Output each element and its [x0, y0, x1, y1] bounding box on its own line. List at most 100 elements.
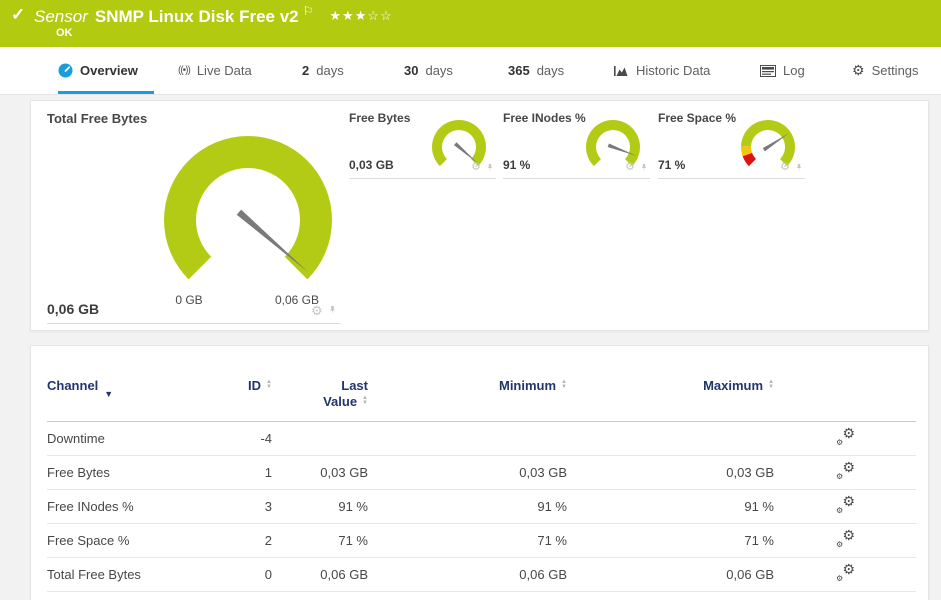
tab-label: Settings [871, 63, 919, 78]
gauge-actions: ⚙ [780, 162, 803, 173]
channel-id: 1 [264, 465, 272, 480]
gauge-icon [58, 63, 73, 78]
header-minimum[interactable]: Minimum ▲ ▼ [368, 378, 567, 410]
gauges-card: Total Free Bytes 0 GB 0,06 GB 0,06 GB ⚙ … [30, 100, 929, 331]
channel-last-value: 91 % [338, 499, 368, 514]
tab-30-days[interactable]: 30 days [404, 47, 453, 94]
area-chart-icon [614, 66, 628, 76]
tab-historic-data[interactable]: Historic Data [613, 47, 710, 94]
channel-settings-button[interactable]: ⚙ ⚙ [774, 562, 916, 585]
channel-minimum: 0,03 GB [519, 465, 567, 480]
stars-filled[interactable]: ★★★ [329, 8, 367, 23]
channel-name: Free Space % [47, 533, 130, 548]
gauge-actions: ⚙ [311, 304, 337, 317]
tile-title: Free INodes % [503, 111, 586, 125]
tab-live-data[interactable]: ((•)) Live Data [178, 47, 252, 94]
gauge-actions: ⚙ [471, 162, 494, 173]
tab-number: 2 [302, 63, 310, 78]
page-title: SNMP Linux Disk Free v2 [94, 7, 299, 26]
channel-settings-button[interactable]: ⚙ ⚙ [774, 426, 916, 449]
gear-icon[interactable]: ⚙ [311, 304, 323, 317]
header-maximum[interactable]: Maximum ▲ ▼ [567, 378, 774, 410]
double-gear-icon[interactable]: ⚙ ⚙ [835, 528, 855, 549]
total-free-bytes-gauge [164, 136, 332, 280]
double-gear-icon[interactable]: ⚙ ⚙ [835, 460, 855, 481]
tab-label: days [536, 63, 565, 78]
channel-last-value: 71 % [338, 533, 368, 548]
channel-id: 2 [264, 533, 272, 548]
channel-settings-button[interactable]: ⚙ ⚙ [774, 528, 916, 551]
tab-bar: Overview ((•)) Live Data 2 days 30 days … [0, 47, 941, 95]
channel-maximum: 0,03 GB [726, 465, 774, 480]
pin-icon[interactable] [486, 163, 494, 173]
channel-maximum: 91 % [744, 499, 774, 514]
tab-settings[interactable]: ⚙ Settings [852, 47, 919, 94]
channel-last-value: 0,03 GB [320, 465, 368, 480]
sort-caret-icon: ▼ [104, 389, 114, 399]
channel-settings-button[interactable]: ⚙ ⚙ [774, 460, 916, 483]
double-gear-icon[interactable]: ⚙ ⚙ [835, 494, 855, 515]
channel-minimum: 71 % [537, 533, 567, 548]
gauge-actions: ⚙ [625, 162, 648, 173]
gear-icon[interactable]: ⚙ [471, 162, 481, 173]
tab-label: Log [783, 63, 805, 78]
channel-table-card: Channel ▼ ID ▲ ▼ Last Value ▲ ▼ Minimum ▲ ▼ … [30, 345, 929, 600]
tab-label: Overview [80, 63, 138, 78]
header-channel[interactable]: Channel ▼ [47, 378, 232, 410]
table-row: Free Space % 2 71 % 71 % 71 % ⚙ ⚙ [47, 524, 916, 558]
tab-2-days[interactable]: 2 days [302, 47, 344, 94]
tile-title: Free Bytes [349, 111, 411, 125]
tile-title: Free Space % [658, 111, 737, 125]
table-row: Total Free Bytes 0 0,06 GB 0,06 GB 0,06 GB ⚙ ⚙ [47, 558, 916, 592]
main-gauge-value: 0,06 GB [47, 301, 100, 317]
gear-icon[interactable]: ⚙ [625, 162, 635, 173]
main-gauge-title: Total Free Bytes [47, 111, 148, 126]
gear-icon: ⚙ [852, 62, 865, 78]
prtg-sensor-page: ✓ Sensor SNMP Linux Disk Free v2 ⚐ ★★★☆☆ OK… [0, 0, 941, 600]
channel-minimum: 91 % [537, 499, 567, 514]
channel-minimum: 0,06 GB [519, 567, 567, 582]
tab-overview[interactable]: Overview [58, 47, 138, 94]
divider [47, 323, 341, 324]
free-space-tile: Free Space % 71 % ⚙ [658, 109, 805, 179]
tab-label: Historic Data [636, 63, 711, 78]
tab-label: Live Data [196, 63, 252, 78]
channel-name: Total Free Bytes [47, 567, 141, 582]
channel-id: -4 [260, 431, 272, 446]
double-gear-icon[interactable]: ⚙ ⚙ [835, 426, 855, 447]
live-data-icon: ((•)) [178, 65, 191, 76]
stars-empty[interactable]: ☆☆ [367, 8, 392, 23]
free-bytes-tile: Free Bytes 0,03 GB ⚙ [349, 109, 496, 179]
status-badge: OK [56, 27, 73, 39]
channel-maximum: 0,06 GB [726, 567, 774, 582]
header-id[interactable]: ID ▲ ▼ [232, 378, 272, 410]
gauge-min-label: 0 GB [175, 293, 203, 307]
table-row: Free INodes % 3 91 % 91 % 91 % ⚙ ⚙ [47, 490, 916, 524]
pin-icon[interactable] [640, 163, 648, 173]
tab-label: days [316, 63, 344, 78]
sensor-type-label: Sensor [34, 7, 88, 26]
channel-name: Downtime [47, 431, 105, 446]
gear-icon[interactable]: ⚙ [780, 162, 790, 173]
channel-id: 0 [264, 567, 272, 582]
star-rating[interactable]: ★★★☆☆ [329, 8, 392, 23]
pin-icon[interactable] [795, 163, 803, 173]
tile-value: 71 % [658, 158, 686, 172]
tab-number: 365 [508, 63, 530, 78]
active-tab-underline [58, 91, 154, 94]
tab-log[interactable]: Log [760, 47, 805, 94]
tab-label: days [425, 63, 453, 78]
tab-number: 30 [404, 63, 419, 78]
channel-name: Free INodes % [47, 499, 134, 514]
pin-icon[interactable] [328, 305, 337, 316]
channel-settings-button[interactable]: ⚙ ⚙ [774, 494, 916, 517]
table-row: Downtime -4 ⚙ ⚙ [47, 422, 916, 456]
channel-maximum: 71 % [744, 533, 774, 548]
tab-365-days[interactable]: 365 days [508, 47, 564, 94]
tile-value: 91 % [503, 158, 531, 172]
flag-icon[interactable]: ⚐ [303, 4, 314, 18]
log-list-icon [760, 64, 776, 77]
header-last-value[interactable]: Last Value ▲ ▼ [272, 378, 368, 410]
double-gear-icon[interactable]: ⚙ ⚙ [835, 562, 855, 583]
channel-id: 3 [264, 499, 272, 514]
